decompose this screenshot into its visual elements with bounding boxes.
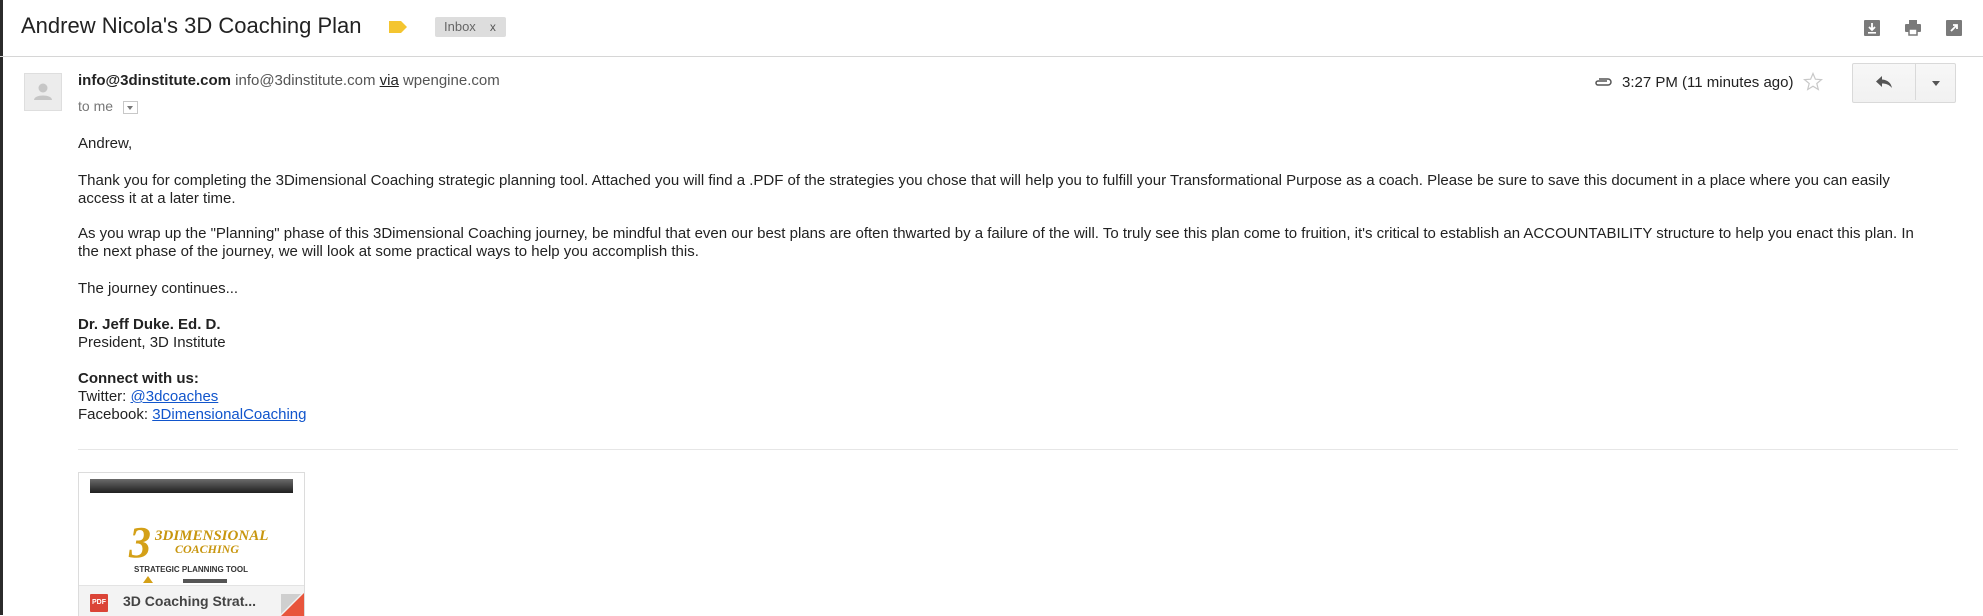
reply-button-group — [1852, 63, 1956, 103]
svg-text:3: 3 — [128, 518, 151, 567]
attachment-name[interactable]: 3D Coaching Strat... — [123, 593, 256, 609]
message-time: 3:27 PM (11 minutes ago) — [1622, 73, 1794, 91]
via-domain: wpengine.com — [402, 72, 500, 89]
thumbnail-logo-sub: COACHING — [175, 542, 239, 556]
inbox-label-chip[interactable]: Inbox x — [435, 17, 506, 37]
label-tag-icon[interactable] — [389, 21, 407, 33]
thumbnail-header-bar — [90, 479, 293, 493]
facebook-link[interactable]: 3DimensionalCoaching — [152, 406, 306, 423]
facebook-label: Facebook: — [78, 406, 153, 423]
twitter-line: Twitter: @3dcoaches — [78, 388, 306, 406]
show-details-dropdown[interactable] — [123, 100, 139, 114]
recipient-text: to me — [78, 98, 114, 114]
body-paragraph-2: As you wrap up the "Planning" phase of t… — [78, 225, 1914, 260]
reply-button[interactable] — [1853, 64, 1916, 100]
greeting: Andrew, — [78, 135, 133, 152]
facebook-line: Facebook: 3DimensionalCoaching — [78, 406, 306, 424]
sender-avatar[interactable] — [24, 73, 62, 111]
connect-heading: Connect with us: — [78, 370, 199, 387]
thumbnail-logo: 3 3DIMENSIONAL COACHING STRATEGIC PLANNI… — [128, 518, 268, 583]
via-link[interactable]: via — [380, 72, 399, 89]
attachment-card[interactable]: 3 3DIMENSIONAL COACHING STRATEGIC PLANNI… — [78, 472, 305, 616]
reply-icon — [1876, 76, 1892, 88]
thumbnail-caption: STRATEGIC PLANNING TOOL — [134, 565, 248, 574]
body-paragraph-1: Thank you for completing the 3Dimensiona… — [78, 172, 1890, 207]
inbox-label-text: Inbox — [444, 19, 476, 34]
email-subject: Andrew Nicola's 3D Coaching Plan — [21, 13, 362, 38]
social-links: Connect with us: Twitter: @3dcoaches Fac… — [78, 370, 306, 424]
sender-line: info@3dinstitute.com info@3dinstitute.co… — [78, 72, 500, 89]
print-icon[interactable] — [1904, 19, 1922, 37]
signature: Dr. Jeff Duke. Ed. D. President, 3D Inst… — [78, 316, 226, 352]
star-icon[interactable] — [1803, 72, 1824, 92]
remove-label-button[interactable]: x — [490, 20, 496, 34]
subject-header: Andrew Nicola's 3D Coaching Plan Inbox x — [0, 0, 1983, 57]
closing-line: The journey continues... — [78, 280, 239, 297]
header-actions — [1863, 19, 1963, 37]
chevron-down-icon — [1931, 80, 1940, 86]
signature-name: Dr. Jeff Duke. Ed. D. — [78, 316, 221, 333]
window-edge — [0, 0, 3, 615]
new-window-icon[interactable] — [1945, 19, 1963, 37]
pdf-file-icon: PDF — [90, 594, 108, 612]
attachment-clip-icon — [1595, 78, 1612, 86]
more-options-button[interactable] — [1916, 64, 1955, 102]
sender-email: info@3dinstitute.com — [235, 72, 376, 89]
signature-title: President, 3D Institute — [78, 334, 226, 351]
person-icon — [34, 83, 52, 100]
attachments-divider — [78, 449, 1958, 450]
recipient-line: to me — [78, 98, 139, 114]
sender-name[interactable]: info@3dinstitute.com — [78, 72, 231, 89]
twitter-link[interactable]: @3dcoaches — [131, 388, 219, 405]
attachment-corner-fold-inner — [281, 594, 301, 614]
download-icon[interactable] — [1863, 19, 1881, 37]
attachment-footer: PDF 3D Coaching Strat... — [79, 585, 304, 616]
twitter-label: Twitter: — [78, 388, 131, 405]
message-meta: 3:27 PM (11 minutes ago) — [1592, 72, 1824, 92]
